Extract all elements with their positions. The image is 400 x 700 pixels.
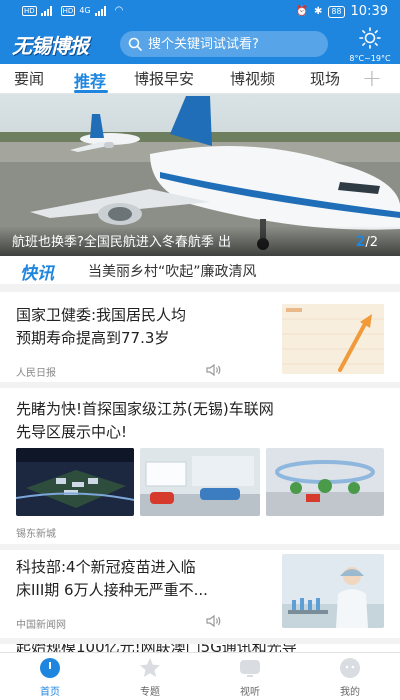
nav-topics[interactable]: 专题	[120, 657, 180, 698]
tab-bobao-zaoan[interactable]: 博报早安	[134, 68, 194, 89]
search-icon	[128, 37, 142, 51]
wifi-icon: ◠	[114, 5, 124, 16]
nav-home[interactable]: 首页	[20, 657, 80, 698]
vaccine-lab-image	[282, 554, 384, 628]
article-thumbnail-1	[16, 448, 134, 516]
tab-yaowen[interactable]: 要闻	[14, 68, 44, 89]
alarm-icon: ⏰	[295, 6, 308, 17]
flash-news-bar[interactable]: 快讯 当美丽乡村“吹起”廉政清风	[0, 256, 400, 284]
app-logo[interactable]: 无锡博报	[12, 30, 89, 59]
network-label: 4G	[79, 6, 91, 15]
aerial-city-image	[16, 448, 134, 516]
article-title-line-2: 预期寿命提高到77.3岁	[16, 329, 170, 347]
bottom-navigation: 首页 专题 视听 我的	[0, 652, 400, 700]
flash-news-text[interactable]: 当美丽乡村“吹起”廉政清风	[88, 261, 257, 281]
hero-pager: 2/2	[356, 234, 378, 250]
hero-title[interactable]: 航班也换季?全国民航进入冬春航季 出	[12, 231, 332, 250]
search-bar[interactable]	[120, 31, 328, 57]
hero-carousel[interactable]: 航班也换季?全国民航进入冬春航季 出 2/2	[0, 94, 400, 256]
weather-temperature: 8°C~19°C	[349, 54, 391, 63]
star-icon	[140, 658, 160, 677]
pager-current: 2	[355, 234, 366, 250]
nav-home-label: 首页	[40, 687, 60, 698]
app-root: HD HD 4G ◠ ⏰ ✱ 88 10:39 无锡博报 搜个关键词试试看? 8…	[0, 0, 400, 700]
nav-media[interactable]: 视听	[220, 657, 280, 698]
signal-icon	[40, 5, 57, 16]
home-icon	[40, 658, 60, 678]
article-source: 锡东新城	[16, 529, 56, 540]
add-channel-button[interactable]: +	[362, 64, 382, 92]
hd-label-2: HD	[60, 5, 76, 16]
article-source: 中国新闻网	[16, 620, 66, 631]
showroom-image	[266, 448, 384, 516]
speaker-icon[interactable]	[206, 614, 222, 628]
article-title-line-1: 科技部:4个新冠疫苗进入临	[16, 558, 196, 576]
channel-tabs: 要闻 推荐 博报早安 博视频 现场 +	[0, 64, 400, 94]
tab-xianchang[interactable]: 现场	[310, 68, 340, 89]
nav-profile[interactable]: 我的	[320, 657, 380, 698]
article-title-line-1: 国家卫健委:我国居民人均	[16, 306, 187, 324]
speaker-icon[interactable]	[206, 363, 222, 377]
top-header: HD HD 4G ◠ ⏰ ✱ 88 10:39 无锡博报 搜个关键词试试看? 8…	[0, 0, 400, 64]
article-source: 人民日报	[16, 368, 56, 379]
flash-logo: 快讯	[20, 264, 54, 284]
weather-widget[interactable]: 8°C~19°C	[344, 27, 396, 63]
article-thumbnail-2	[140, 448, 260, 516]
article-card[interactable]: 国家卫健委:我国居民人均 预期寿命提高到77.3岁 人民日报	[0, 292, 400, 382]
nav-profile-label: 我的	[340, 687, 360, 698]
article-title-line-2: 床III期 6万人接种无严重不...	[16, 581, 208, 599]
chart-thumbnail-image	[282, 304, 384, 374]
status-bar: HD HD 4G ◠ ⏰ ✱ 88 10:39	[0, 0, 400, 24]
article-card[interactable]: 科技部:4个新冠疫苗进入临 床III期 6万人接种无严重不... 中国新闻网	[0, 550, 400, 638]
nav-media-label: 视听	[240, 687, 260, 698]
article-card[interactable]: 先睹为快!首探国家级江苏(无锡)车联网 先导区展示中心! 锡东新城	[0, 388, 400, 544]
tv-icon	[240, 660, 260, 677]
article-thumbnail	[282, 554, 384, 628]
active-tab-indicator	[74, 90, 108, 93]
pager-total: /2	[365, 235, 378, 250]
article-title-line-2: 先导区展示中心!	[16, 423, 128, 441]
signal-icon	[94, 5, 111, 16]
bluetooth-icon: ✱	[313, 6, 323, 17]
clock: 10:39	[350, 4, 388, 19]
article-title-line-1: 先睹为快!首探国家级江苏(无锡)车联网	[16, 400, 274, 418]
profile-icon	[340, 658, 360, 678]
exhibition-hall-image	[140, 448, 260, 516]
nav-topics-label: 专题	[140, 687, 160, 698]
tab-tuijian[interactable]: 推荐	[74, 68, 106, 92]
sun-icon	[359, 27, 381, 49]
article-thumbnail-3	[266, 448, 384, 516]
article-thumbnail	[282, 304, 384, 374]
battery-indicator: 88	[328, 5, 345, 18]
hd-label-1: HD	[22, 5, 37, 16]
search-input[interactable]	[148, 36, 318, 52]
tab-boshipin[interactable]: 博视频	[230, 68, 275, 89]
